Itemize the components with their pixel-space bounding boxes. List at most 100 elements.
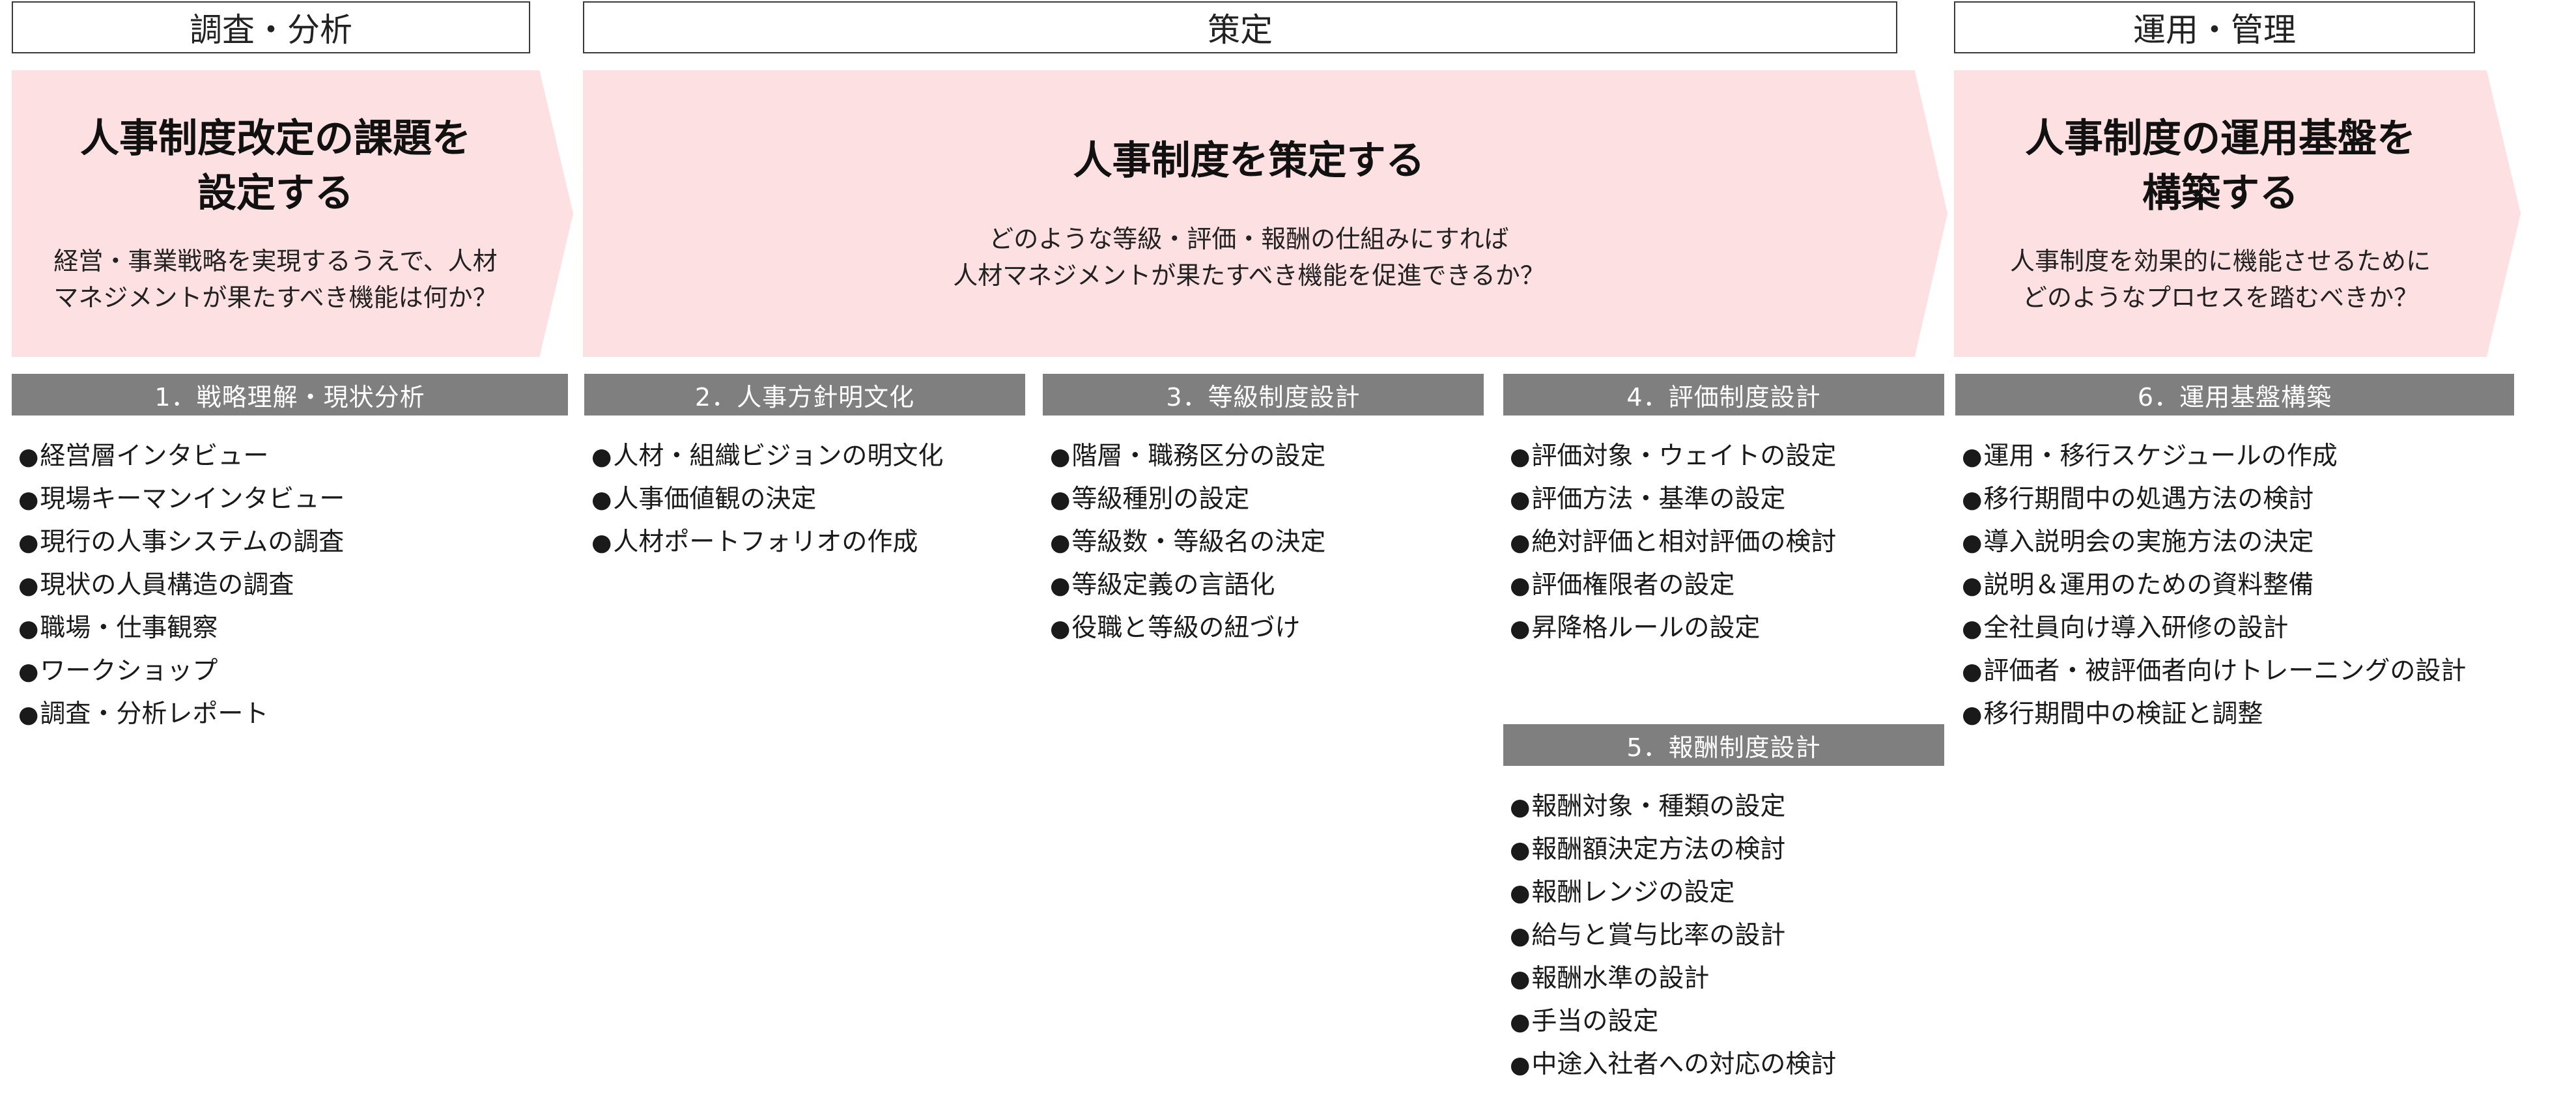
list-item: ●中途入社者への対応の検討 [1510,1043,1836,1086]
arrow-desc-line: 経営・事業戦略を実現するうえで、人材 [53,247,498,275]
list-item: ●人材ポートフォリオの作成 [591,521,943,564]
list-item: ●報酬水準の設計 [1510,957,1836,1000]
bullet-icon: ● [591,486,612,513]
arrow-desc-line: どのようなプロセスを踏むべきか？ [2022,283,2418,312]
arrow-step-research: 人事制度改定の課題を 設定する 経営・事業戦略を実現するうえで、人材 マネジメン… [12,70,573,357]
list-item-label: 報酬レンジの設定 [1531,878,1735,907]
list-item: ●報酬対象・種類の設定 [1510,785,1836,828]
bullet-icon: ● [1050,443,1071,470]
list-item-label: 報酬水準の設計 [1531,964,1710,993]
list-item: ●説明＆運用のための資料整備 [1962,564,2466,607]
arrow-step-planning: 人事制度を策定する どのような等級・評価・報酬の仕組みにすれば 人材マネジメント… [583,70,1947,357]
bullet-icon: ● [1962,701,1983,728]
arrow-desc-line: どのような等級・評価・報酬の仕組みにすれば [989,225,1509,253]
list-grade-system: ●階層・職務区分の設定 ●等級種別の設定 ●等級数・等級名の決定 ●等級定義の言語化 ●… [1050,435,1325,650]
list-item-label: 現場キーマンインタビュー [40,485,345,514]
list-item: ●絶対評価と相対評価の検討 [1510,521,1836,564]
bullet-icon: ● [1510,1009,1531,1035]
list-item-label: 報酬対象・種類の設定 [1531,792,1786,821]
list-item: ●等級定義の言語化 [1050,564,1325,607]
list-item-label: 役職と等級の紐づけ [1071,613,1301,643]
list-item: ●全社員向け導入研修の設計 [1962,607,2466,650]
list-item: ●移行期間中の処遇方法の検討 [1962,478,2466,521]
arrow-title-line: 構築する [2142,171,2299,216]
list-item-label: 等級数・等級名の決定 [1071,528,1326,557]
bullet-icon: ● [1962,572,1983,599]
bullet-icon: ● [1962,615,1983,642]
list-item-label: 評価方法・基準の設定 [1531,485,1786,514]
list-item: ●調査・分析レポート [18,693,345,736]
bullet-icon: ● [1050,572,1071,599]
list-item: ●評価対象・ウェイトの設定 [1510,435,1836,478]
list-item-label: 現状の人員構造の調査 [40,570,294,600]
list-item: ●役職と等級の紐づけ [1050,607,1325,650]
list-item: ●運用・移行スケジュールの作成 [1962,435,2466,478]
bullet-icon: ● [18,529,39,556]
bullet-icon: ● [1962,486,1983,513]
list-item: ●給与と賞与比率の設計 [1510,914,1836,957]
list-item-label: 等級種別の設定 [1071,485,1250,514]
list-item-label: ワークショップ [40,656,218,686]
list-item-label: 給与と賞与比率の設計 [1531,921,1786,950]
list-item-label: 手当の設定 [1531,1007,1659,1036]
bullet-icon: ● [1510,966,1531,992]
bullet-icon: ● [1510,443,1531,470]
bullet-icon: ● [18,572,39,599]
arrow-title-line: 人事制度改定の課題を [80,116,471,162]
bullet-icon: ● [1510,572,1531,599]
list-item-label: 等級定義の言語化 [1071,570,1275,600]
phase-label-operation: 運用・管理 [1954,1,2475,53]
section-header-grade-system: 3．等級制度設計 [1043,374,1484,415]
list-item: ●報酬額決定方法の検討 [1510,828,1836,871]
list-item-label: 昇降格ルールの設定 [1531,613,1761,643]
bullet-icon: ● [1050,615,1071,642]
bullet-icon: ● [1510,529,1531,556]
arrow-desc-line: 人材マネジメントが果たすべき機能を促進できるか？ [953,261,1545,290]
list-strategy-analysis: ●経営層インタビュー ●現場キーマンインタビュー ●現行の人事システムの調査 ●現状の… [18,435,345,736]
list-item: ●階層・職務区分の設定 [1050,435,1325,478]
list-item: ●評価者・被評価者向けトレーニングの設計 [1962,650,2466,693]
list-compensation-system: ●報酬対象・種類の設定 ●報酬額決定方法の検討 ●報酬レンジの設定 ●給与と賞与比率の… [1510,785,1836,1086]
bullet-icon: ● [1962,529,1983,556]
arrow-desc-line: マネジメントが果たすべき機能は何か？ [53,283,498,312]
list-item: ●昇降格ルールの設定 [1510,607,1836,650]
bullet-icon: ● [18,701,39,728]
bullet-icon: ● [18,615,39,642]
list-item: ●現場キーマンインタビュー [18,478,345,521]
list-item-label: 中途入社者への対応の検討 [1531,1050,1837,1079]
list-item: ●移行期間中の検証と調整 [1962,693,2466,736]
section-header-operation-foundation: 6．運用基盤構築 [1955,374,2514,415]
list-item: ●等級数・等級名の決定 [1050,521,1325,564]
list-item-label: 調査・分析レポート [40,699,269,729]
bullet-icon: ● [18,658,39,685]
list-item-label: 職場・仕事観察 [40,613,218,643]
list-item: ●経営層インタビュー [18,435,345,478]
list-item-label: 人事価値観の決定 [613,485,817,514]
list-item-label: 評価権限者の設定 [1531,570,1735,600]
list-item-label: 全社員向け導入研修の設計 [1983,613,2289,643]
section-header-evaluation-system: 4．評価制度設計 [1503,374,1944,415]
list-item: ●現状の人員構造の調査 [18,564,345,607]
list-evaluation-system: ●評価対象・ウェイトの設定 ●評価方法・基準の設定 ●絶対評価と相対評価の検討 ●評価… [1510,435,1836,650]
bullet-icon: ● [591,529,612,556]
list-item: ●導入説明会の実施方法の決定 [1962,521,2466,564]
section-header-strategy-analysis: 1．戦略理解・現状分析 [12,374,568,415]
list-item-label: 人材・組織ビジョンの明文化 [613,442,944,471]
bullet-icon: ● [18,486,39,513]
list-item-label: 階層・職務区分の設定 [1071,442,1326,471]
list-item: ●評価権限者の設定 [1510,564,1836,607]
list-item: ●人材・組織ビジョンの明文化 [591,435,943,478]
bullet-icon: ● [1962,443,1983,470]
list-item-label: 経営層インタビュー [40,442,269,471]
bullet-icon: ● [1510,615,1531,642]
arrow-title-line: 人事制度の運用基盤を [2025,116,2416,162]
list-hr-policy: ●人材・組織ビジョンの明文化 ●人事価値観の決定 ●人材ポートフォリオの作成 [591,435,943,564]
bullet-icon: ● [1510,1052,1531,1078]
list-item-label: 評価対象・ウェイトの設定 [1531,442,1837,471]
list-item-label: 報酬額決定方法の検討 [1531,835,1786,864]
bullet-icon: ● [1510,794,1531,821]
arrow-desc-line: 人事制度を効果的に機能させるために [2009,247,2431,275]
list-item: ●手当の設定 [1510,1000,1836,1043]
bullet-icon: ● [1510,486,1531,513]
list-item: ●等級種別の設定 [1050,478,1325,521]
